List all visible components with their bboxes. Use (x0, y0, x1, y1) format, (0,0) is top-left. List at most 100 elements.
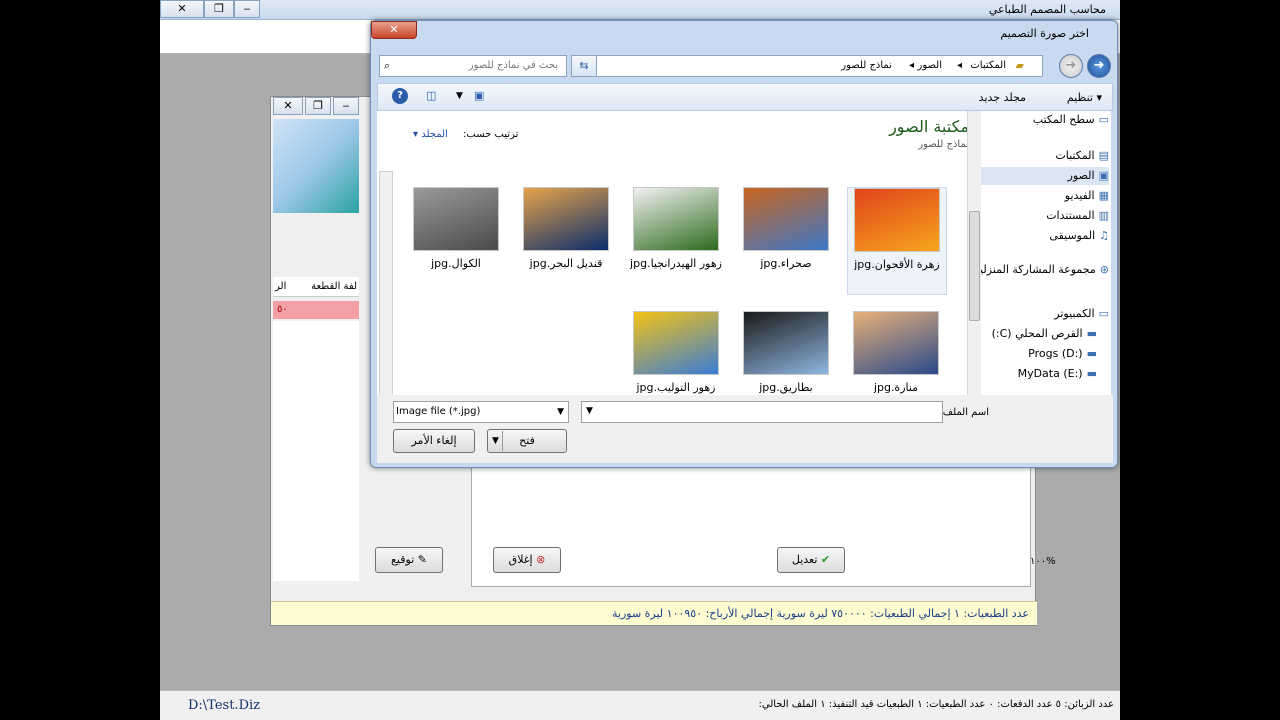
dialog-close-button[interactable]: ✕ (371, 21, 417, 39)
new-folder-button[interactable]: مجلد جديد (979, 91, 1026, 104)
nav-item[interactable]: ▦الفيديو (977, 187, 1109, 205)
nav-item-label: مجموعة المشاركة المنزلية (975, 263, 1096, 276)
navigation-pane: ▭سطح المكتب ▤المكتبات ▣الصور ▦الفيديو ▥المست… (975, 111, 1111, 411)
breadcrumb-samples[interactable]: نماذج للصور (841, 60, 892, 71)
nav-item-label: الصور (1067, 169, 1095, 182)
nav-item-label: الفيديو (1064, 189, 1095, 202)
thumbnails-area: زهرة الأقحوان.jpg صحراء.jpg زهور الهيدرانج… (377, 111, 977, 411)
nav-item-label: القرص المحلي (C:) (991, 327, 1083, 340)
file-item[interactable]: الكوال.jpg (407, 187, 507, 295)
file-thumbnail (743, 187, 829, 251)
design-preview-image (273, 119, 359, 213)
view-dropdown-icon[interactable]: ▼ (456, 91, 463, 101)
summary-bar: عدد الطبعيات: ١ إجمالي الطبعيات: ٧٥٠٠٠٠ … (271, 601, 1037, 625)
app-minimize-button[interactable]: ‒ (234, 0, 260, 18)
close-circle-icon: ⊗ (532, 553, 546, 566)
file-item[interactable]: زهرة الأقحوان.jpg (847, 187, 947, 295)
preview-pane-icon[interactable]: ◫ (426, 89, 436, 102)
file-item[interactable]: زهور التوليب.jpg (627, 311, 727, 401)
file-item[interactable]: قنديل البحر.jpg (517, 187, 617, 295)
table-header: لفة القطعة الر (273, 277, 359, 297)
inner-maximize-button[interactable]: ❐ (305, 97, 331, 115)
file-thumbnail (633, 187, 719, 251)
nav-item-label: الموسيقى (1049, 229, 1096, 242)
chevron-icon: ◂ (908, 60, 914, 71)
nav-item[interactable]: ▥المستندات (977, 207, 1109, 225)
file-item[interactable]: بطاريق.jpg (737, 311, 837, 401)
vertical-scrollbar[interactable] (967, 111, 981, 411)
table-row[interactable]: ٥٠ (273, 301, 359, 319)
file-name: قنديل البحر.jpg (529, 257, 603, 270)
nav-item-label: MyData (E:) (1017, 367, 1083, 380)
nav-item-label: المكتبات (1055, 149, 1095, 162)
file-item[interactable]: صحراء.jpg (737, 187, 837, 295)
file-thumbnail (743, 311, 829, 375)
file-thumbnail (523, 187, 609, 251)
help-icon[interactable]: ? (392, 88, 408, 104)
nav-item[interactable]: ▭سطح المكتب (977, 111, 1109, 129)
nav-item[interactable]: ▤المكتبات (977, 147, 1109, 165)
file-name: بطاريق.jpg (759, 381, 813, 394)
folder-icon: ▰ (1015, 59, 1024, 72)
open-dropdown-icon[interactable]: ▼ (489, 431, 503, 451)
command-bar: تنظيم ▾ مجلد جديد ▣ ▼ ◫ ? (377, 83, 1113, 111)
address-bar[interactable]: ▰ المكتبات ◂ الصور ◂ نماذج للصور ▼ (571, 55, 1043, 77)
filename-input[interactable]: ▼ (581, 401, 943, 423)
scrollbar-thumb[interactable] (969, 211, 980, 321)
nav-item[interactable]: ▣الصور (977, 167, 1109, 185)
filetype-dropdown-icon[interactable]: ▼ (557, 402, 564, 422)
breadcrumb-pictures[interactable]: الصور (918, 60, 943, 71)
checkmark-icon: ✔ (817, 553, 831, 566)
file-name: زهور التوليب.jpg (636, 381, 716, 394)
close-button[interactable]: ⊗ إغلاق (493, 547, 561, 573)
filename-dropdown-icon[interactable]: ▼ (586, 406, 593, 416)
change-view-icon[interactable]: ▣ (474, 89, 484, 102)
organize-menu[interactable]: تنظيم ▾ (1067, 91, 1102, 104)
file-name: زهرة الأقحوان.jpg (854, 258, 940, 271)
file-item[interactable]: زهور الهيدرانجيا.jpg (627, 187, 727, 295)
nav-item[interactable]: ▭الكمبيوتر (977, 305, 1109, 323)
app-title: محاسب المصمم الطباعي (988, 3, 1106, 16)
search-placeholder: بحث في نماذج للصور (468, 60, 558, 71)
dialog-bottom-bar: اسم الملف: ▼ Image file (*.jpg) ▼ فتح ▼ … (377, 395, 1113, 463)
nav-item[interactable]: ♫الموسيقى (977, 227, 1109, 245)
nav-item[interactable]: ⊛مجموعة المشاركة المنزلية (975, 261, 1109, 279)
app-titlebar: ✕ ❐ ‒ محاسب المصمم الطباعي (160, 0, 1120, 20)
row-value: ٥٠ (277, 304, 288, 315)
nav-item-label: الكمبيوتر (1054, 307, 1095, 320)
file-list: مكتبة الصور نماذج للصور ترتيب حسب: المجل… (377, 111, 977, 411)
nav-item[interactable]: ▬القرص المحلي (C:) (977, 325, 1097, 343)
breadcrumb-libraries[interactable]: المكتبات (970, 60, 1006, 71)
app-close-button[interactable]: ✕ (160, 0, 204, 18)
search-box[interactable]: ⌕ بحث في نماذج للصور (379, 55, 567, 77)
file-name: الكوال.jpg (431, 257, 481, 270)
refresh-icon[interactable]: ⇆ (571, 55, 597, 77)
nav-item[interactable]: ▬MyData (E:) (977, 365, 1097, 383)
desktop-icon: ▭ (1098, 113, 1109, 126)
pictures-icon: ▣ (1098, 169, 1109, 182)
file-thumbnail (853, 311, 939, 375)
dialog-title: اختر صورة التصميم (1000, 27, 1089, 40)
open-file-dialog: ✕ اختر صورة التصميم ➜ ➜ ▰ المكتبات ◂ الص… (370, 20, 1118, 468)
filetype-select[interactable]: Image file (*.jpg) ▼ (393, 401, 569, 423)
app-maximize-button[interactable]: ❐ (204, 0, 234, 18)
drive-icon: ▬ (1086, 327, 1097, 340)
nav-item-label: سطح المكتب (1032, 113, 1095, 126)
chevron-icon: ◂ (956, 60, 962, 71)
documents-icon: ▥ (1098, 209, 1109, 222)
file-item[interactable]: منارة.jpg (847, 311, 947, 401)
pen-icon: ✎ (414, 553, 427, 566)
status-fields: عدد الزبائن: ٥ عدد الدفعات: ٠ عدد الطبعي… (758, 699, 1114, 710)
column-header-piece: لفة القطعة (311, 281, 357, 292)
app-status-bar: D:\Test.Diz عدد الزبائن: ٥ عدد الدفعات: … (160, 690, 1120, 720)
current-file-path: D:\Test.Diz (188, 698, 260, 713)
computer-icon: ▭ (1098, 307, 1109, 320)
inner-minimize-button[interactable]: ‒ (333, 97, 359, 115)
nav-item[interactable]: ▬Progs (D:) (977, 345, 1097, 363)
forward-button[interactable]: ➜ (1059, 54, 1083, 78)
back-button[interactable]: ➜ (1087, 54, 1111, 78)
edit-button[interactable]: ✔ تعديل (777, 547, 845, 573)
inner-close-button[interactable]: ✕ (273, 97, 303, 115)
cancel-button[interactable]: إلغاء الأمر (393, 429, 475, 453)
sign-button[interactable]: ✎ توقيع (375, 547, 443, 573)
